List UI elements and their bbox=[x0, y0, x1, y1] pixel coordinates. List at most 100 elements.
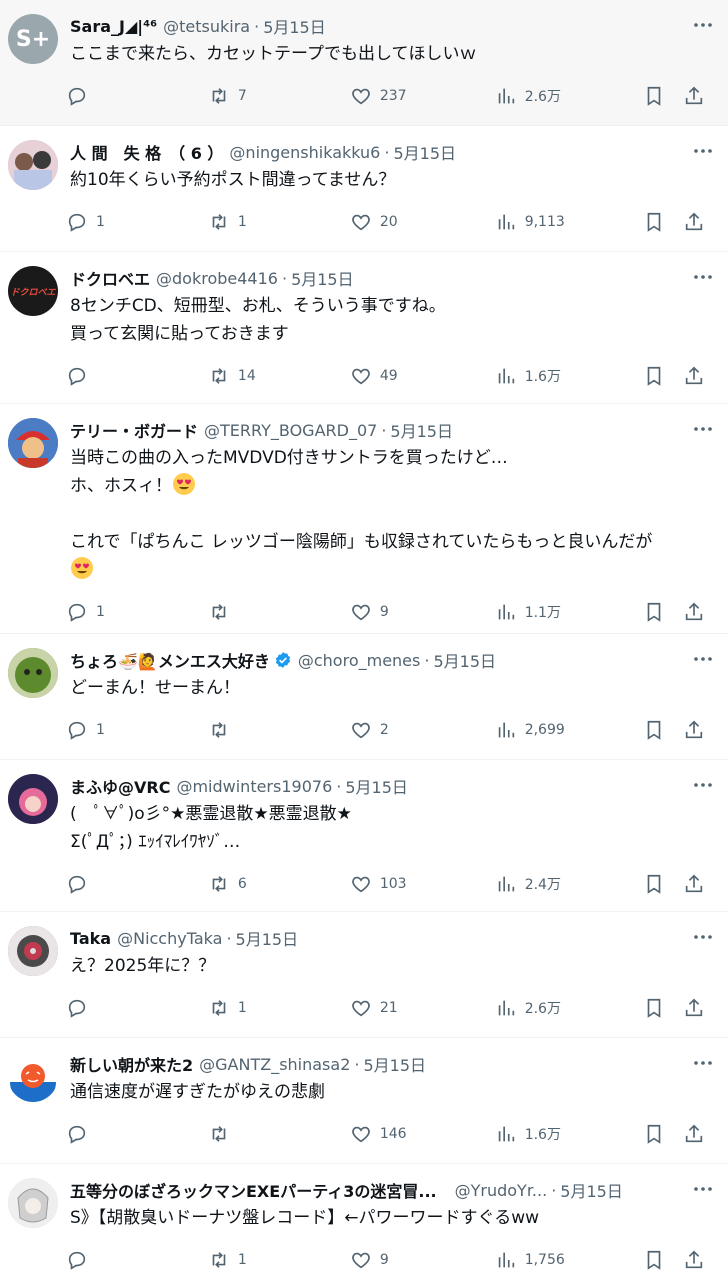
reply-button[interactable] bbox=[66, 1123, 208, 1145]
like-button[interactable]: 103 bbox=[350, 873, 495, 895]
share-button[interactable] bbox=[683, 873, 712, 895]
bookmark-button[interactable] bbox=[643, 1123, 682, 1145]
retweet-button[interactable]: 14 bbox=[208, 365, 350, 387]
reply-button[interactable] bbox=[66, 1249, 208, 1271]
share-button[interactable] bbox=[683, 211, 712, 233]
author-name[interactable]: ちょろ🍜🙋メンエス大好き bbox=[70, 648, 270, 672]
like-button[interactable]: 9 bbox=[350, 1249, 495, 1271]
avatar[interactable] bbox=[8, 774, 58, 824]
author-handle[interactable]: @ningenshikakku6 bbox=[229, 143, 380, 162]
reply-button[interactable]: 1 bbox=[66, 601, 208, 623]
author-handle[interactable]: @dokrobe4416 bbox=[156, 269, 278, 288]
bookmark-button[interactable] bbox=[643, 1249, 682, 1271]
share-button[interactable] bbox=[683, 1249, 712, 1271]
tweet[interactable]: 新しい朝が来た2 @GANTZ_shinasa2 · 5月15日 通信速度が遅す… bbox=[0, 1038, 728, 1164]
avatar[interactable] bbox=[8, 418, 58, 468]
like-button[interactable]: 20 bbox=[350, 211, 495, 233]
more-options-icon[interactable] bbox=[692, 140, 714, 162]
post-date[interactable]: 5月15日 bbox=[263, 14, 326, 38]
avatar[interactable] bbox=[8, 1178, 58, 1228]
bookmark-button[interactable] bbox=[643, 997, 682, 1019]
avatar[interactable]: ドクロベエ bbox=[8, 266, 58, 316]
retweet-button[interactable]: 7 bbox=[208, 85, 350, 107]
like-button[interactable]: 237 bbox=[350, 85, 495, 107]
author-name[interactable]: テリー・ボガード bbox=[70, 418, 198, 442]
bookmark-button[interactable] bbox=[643, 85, 682, 107]
like-button[interactable]: 21 bbox=[350, 997, 495, 1019]
bookmark-button[interactable] bbox=[643, 873, 682, 895]
author-handle[interactable]: @choro_menes bbox=[298, 651, 421, 670]
bookmark-button[interactable] bbox=[643, 601, 682, 623]
more-options-icon[interactable] bbox=[692, 1052, 714, 1074]
author-handle[interactable]: @tetsukira bbox=[163, 17, 250, 36]
retweet-button[interactable] bbox=[208, 1123, 350, 1145]
post-date[interactable]: 5月15日 bbox=[236, 926, 299, 950]
share-button[interactable] bbox=[683, 1123, 712, 1145]
tweet[interactable]: Taka @NicchyTaka · 5月15日 え？2025年に？？ 1 21… bbox=[0, 912, 728, 1038]
post-date[interactable]: 5月15日 bbox=[393, 140, 456, 164]
author-handle[interactable]: @TERRY_BOGARD_07 bbox=[204, 421, 377, 440]
tweet[interactable]: テリー・ボガード @TERRY_BOGARD_07 · 5月15日 当時この曲の… bbox=[0, 404, 728, 634]
bookmark-button[interactable] bbox=[643, 365, 682, 387]
views-button[interactable]: 2,699 bbox=[495, 719, 644, 741]
more-options-icon[interactable] bbox=[692, 266, 714, 288]
tweet[interactable]: ドクロベエ ドクロベエ @dokrobe4416 · 5月15日 8センチCD、… bbox=[0, 252, 728, 404]
retweet-button[interactable]: 6 bbox=[208, 873, 350, 895]
bookmark-button[interactable] bbox=[643, 719, 682, 741]
tweet[interactable]: 人 間 失 格 （ 6 ） @ningenshikakku6 · 5月15日 約… bbox=[0, 126, 728, 252]
views-button[interactable]: 2.6万 bbox=[495, 997, 644, 1019]
author-name[interactable]: Taka bbox=[70, 929, 111, 948]
author-name[interactable]: ドクロベエ bbox=[70, 266, 150, 290]
tweet[interactable]: 五等分のぼざろックマンEXEパーティ3の迷宮冒... @YrudoYr... ·… bbox=[0, 1164, 728, 1282]
share-button[interactable] bbox=[683, 85, 712, 107]
views-button[interactable]: 9,113 bbox=[495, 211, 644, 233]
more-options-icon[interactable] bbox=[692, 774, 714, 796]
author-handle[interactable]: @GANTZ_shinasa2 bbox=[199, 1055, 350, 1074]
retweet-button[interactable] bbox=[208, 601, 350, 623]
retweet-button[interactable]: 1 bbox=[208, 997, 350, 1019]
reply-button[interactable]: 1 bbox=[66, 719, 208, 741]
retweet-button[interactable] bbox=[208, 719, 350, 741]
views-button[interactable]: 1.6万 bbox=[495, 365, 644, 387]
retweet-button[interactable]: 1 bbox=[208, 211, 350, 233]
like-button[interactable]: 9 bbox=[350, 601, 495, 623]
post-date[interactable]: 5月15日 bbox=[363, 1052, 426, 1076]
views-button[interactable]: 2.4万 bbox=[495, 873, 644, 895]
tweet[interactable]: S+ Sara_J◢|⁴⁶ @tetsukira · 5月15日 ここまで来たら… bbox=[0, 0, 728, 126]
author-handle[interactable]: @midwinters19076 bbox=[176, 777, 332, 796]
author-name[interactable]: Sara_J◢|⁴⁶ bbox=[70, 17, 157, 36]
like-button[interactable]: 2 bbox=[350, 719, 495, 741]
share-button[interactable] bbox=[683, 365, 712, 387]
post-date[interactable]: 5月15日 bbox=[433, 648, 496, 672]
tweet[interactable]: まふゆ@VRC @midwinters19076 · 5月15日 ( ﾟ∀ﾟ)o… bbox=[0, 760, 728, 912]
more-options-icon[interactable] bbox=[692, 1178, 714, 1200]
views-button[interactable]: 1,756 bbox=[495, 1249, 644, 1271]
author-name[interactable]: 五等分のぼざろックマンEXEパーティ3の迷宮冒... bbox=[70, 1178, 437, 1202]
more-options-icon[interactable] bbox=[692, 926, 714, 948]
views-button[interactable]: 1.6万 bbox=[495, 1123, 644, 1145]
post-date[interactable]: 5月15日 bbox=[390, 418, 453, 442]
avatar[interactable] bbox=[8, 926, 58, 976]
verified-badge-icon[interactable] bbox=[274, 651, 292, 669]
avatar[interactable]: S+ bbox=[8, 14, 58, 64]
post-date[interactable]: 5月15日 bbox=[291, 266, 354, 290]
author-name[interactable]: 人 間 失 格 （ 6 ） bbox=[70, 140, 223, 164]
avatar[interactable] bbox=[8, 648, 58, 698]
more-options-icon[interactable] bbox=[692, 648, 714, 670]
share-button[interactable] bbox=[683, 601, 712, 623]
author-handle[interactable]: @YrudoYr... bbox=[455, 1181, 548, 1200]
reply-button[interactable] bbox=[66, 85, 208, 107]
like-button[interactable]: 146 bbox=[350, 1123, 495, 1145]
reply-button[interactable] bbox=[66, 997, 208, 1019]
reply-button[interactable] bbox=[66, 873, 208, 895]
more-options-icon[interactable] bbox=[692, 418, 714, 440]
author-name[interactable]: 新しい朝が来た2 bbox=[70, 1052, 193, 1076]
author-name[interactable]: まふゆ@VRC bbox=[70, 774, 170, 798]
share-button[interactable] bbox=[683, 719, 712, 741]
views-button[interactable]: 1.1万 bbox=[495, 601, 644, 623]
avatar[interactable] bbox=[8, 140, 58, 190]
bookmark-button[interactable] bbox=[643, 211, 682, 233]
avatar[interactable] bbox=[8, 1052, 58, 1102]
like-button[interactable]: 49 bbox=[350, 365, 495, 387]
retweet-button[interactable]: 1 bbox=[208, 1249, 350, 1271]
